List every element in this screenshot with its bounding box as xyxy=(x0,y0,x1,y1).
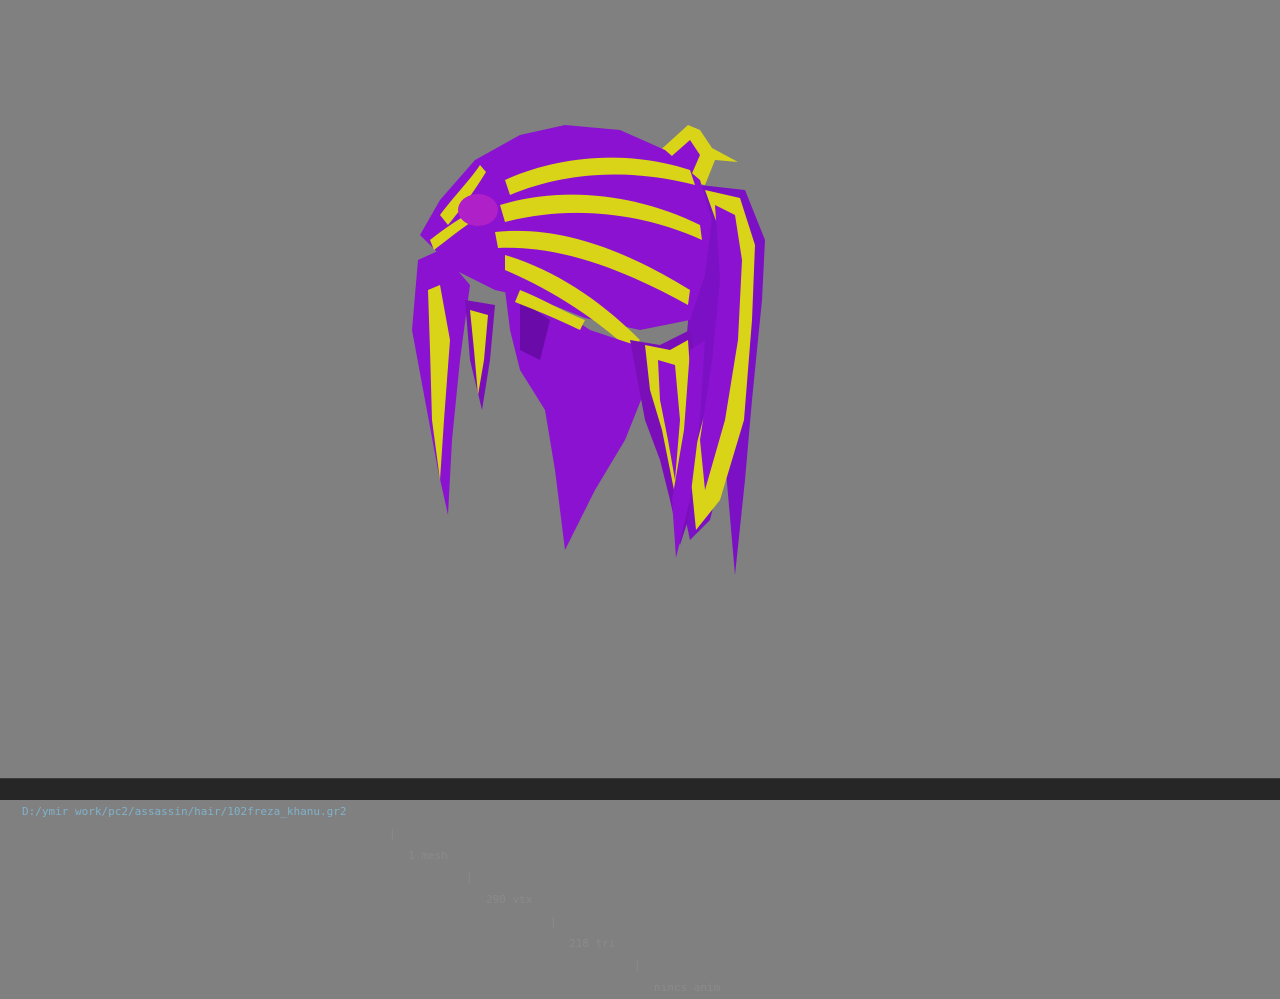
hair-crown-swirl xyxy=(458,194,498,226)
separator: | xyxy=(389,827,396,840)
separator: | xyxy=(634,959,641,972)
triangle-count: 218 tri xyxy=(569,937,616,950)
vertex-count: 290 vtx xyxy=(486,893,533,906)
mesh-count: 1 mesh xyxy=(408,849,448,862)
animation-status: nincs anim xyxy=(654,981,721,994)
status-bar: D:/ymir work/pc2/assassin/hair/102freza_… xyxy=(0,778,1280,994)
hair-mesh xyxy=(412,125,765,575)
separator: | xyxy=(466,871,473,884)
file-path: D:/ymir work/pc2/assassin/hair/102freza_… xyxy=(22,805,347,818)
3d-viewport[interactable] xyxy=(0,0,1280,778)
separator: | xyxy=(550,915,557,928)
hair-model-render[interactable] xyxy=(0,0,1280,778)
